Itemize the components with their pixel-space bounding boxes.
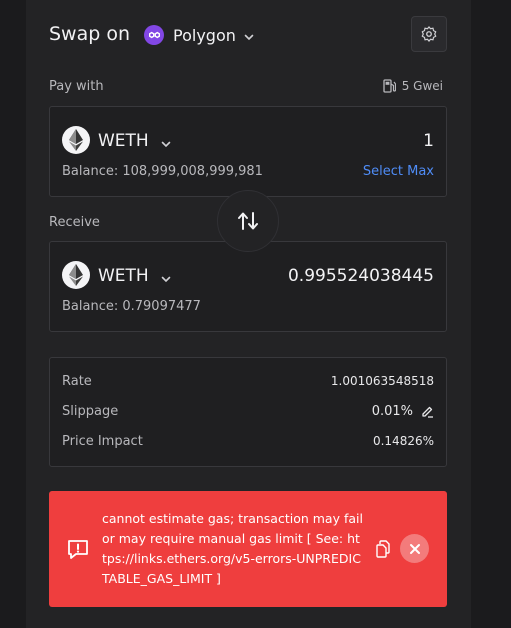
swap-header: Swap on Polygon (49, 16, 447, 54)
settings-button[interactable] (411, 16, 447, 52)
gear-icon (421, 26, 437, 42)
slippage-label: Slippage (62, 404, 119, 419)
ethereum-icon[interactable] (62, 126, 90, 154)
swap-direction-button[interactable] (217, 190, 279, 252)
page-background-left (0, 0, 26, 628)
receive-token-selector[interactable]: WETH (98, 266, 149, 286)
close-error-button[interactable] (400, 534, 429, 563)
rate-label: Rate (62, 374, 92, 389)
edit-icon[interactable] (421, 405, 434, 418)
price-impact-value: 0.14826% (372, 434, 434, 448)
rate-row: Rate 1.001063548518 (62, 372, 434, 392)
chevron-down-icon[interactable] (160, 135, 172, 148)
chevron-down-icon[interactable] (160, 270, 172, 283)
select-max-button[interactable]: Select Max (363, 164, 434, 179)
pay-with-label: Pay with (49, 79, 104, 94)
error-message: cannot estimate gas; transaction may fai… (102, 511, 363, 586)
gas-pump-icon (383, 79, 396, 93)
slippage-value-group: 0.01% (372, 404, 434, 419)
gas-price: 5 Gwei (383, 79, 443, 93)
price-impact-label: Price Impact (62, 434, 143, 449)
rate-value: 1.001063548518 (330, 374, 434, 388)
receive-label: Receive (49, 215, 100, 230)
swap-arrows-icon (238, 212, 258, 230)
receive-amount: 0.995524038445 (287, 266, 434, 286)
swap-panel: Swap on Polygon Pay with 5 Gwei WETH 1 B… (26, 0, 471, 628)
page-background-right (471, 0, 511, 628)
pay-balance: Balance: 108,999,008,999,981 (62, 164, 263, 179)
chevron-down-icon[interactable] (243, 28, 255, 41)
close-icon (409, 543, 420, 554)
swap-details: Rate 1.001063548518 Slippage 0.01% Price… (49, 357, 447, 467)
gas-price-value: 5 Gwei (401, 79, 443, 93)
receive-balance: Balance: 0.79097477 (62, 299, 201, 314)
receive-token-card: WETH 0.995524038445 Balance: 0.79097477 (49, 241, 447, 332)
slippage-value: 0.01% (371, 404, 413, 419)
pay-token-selector[interactable]: WETH (98, 131, 149, 151)
polygon-icon[interactable] (144, 25, 164, 45)
chain-selector-label[interactable]: Polygon (173, 26, 236, 45)
copy-icon[interactable] (375, 540, 391, 558)
swap-title: Swap on (49, 23, 131, 45)
alert-message-icon (68, 540, 88, 559)
slippage-row: Slippage 0.01% (62, 402, 434, 422)
pay-amount-input[interactable]: 1 (423, 131, 434, 151)
ethereum-icon[interactable] (62, 261, 90, 289)
price-impact-row: Price Impact 0.14826% (62, 432, 434, 452)
pay-token-card: WETH 1 Balance: 108,999,008,999,981 Sele… (49, 106, 447, 197)
error-alert: cannot estimate gas; transaction may fai… (49, 491, 447, 607)
